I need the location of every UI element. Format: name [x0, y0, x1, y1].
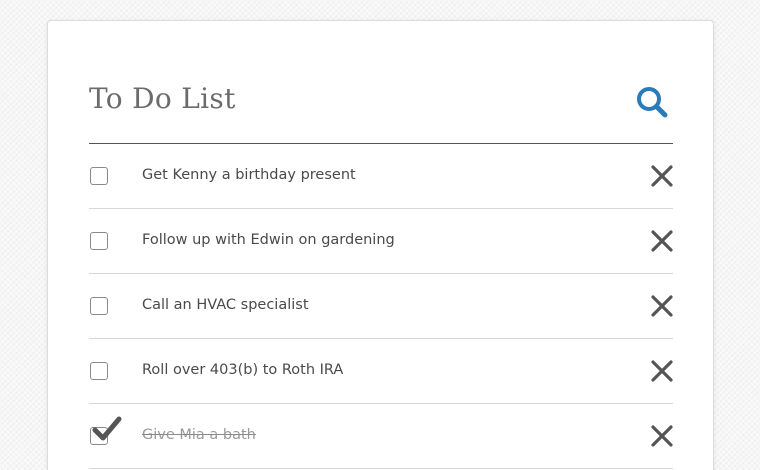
todo-label: Follow up with Edwin on gardening [142, 232, 395, 248]
delete-button[interactable] [651, 360, 673, 382]
close-icon [651, 230, 673, 252]
todo-card: To Do List Get Kenny a birthday present … [47, 20, 714, 470]
todo-label: Call an HVAC specialist [142, 297, 309, 313]
todo-header: To Do List [89, 79, 673, 144]
todo-item: Follow up with Edwin on gardening [89, 209, 673, 274]
search-icon [637, 87, 668, 118]
todo-checkbox[interactable] [90, 297, 108, 315]
todo-label: Give Mia a bath [142, 427, 256, 443]
todo-label: Get Kenny a birthday present [142, 167, 356, 183]
close-icon [651, 295, 673, 317]
todo-label: Roll over 403(b) to Roth IRA [142, 362, 344, 378]
todo-item: Get Kenny a birthday present [89, 144, 673, 209]
todo-item: Call an HVAC specialist [89, 274, 673, 339]
todo-checkbox[interactable] [90, 362, 108, 380]
delete-button[interactable] [651, 165, 673, 187]
todo-checkbox[interactable] [90, 232, 108, 250]
close-icon [651, 165, 673, 187]
todo-item: Roll over 403(b) to Roth IRA [89, 339, 673, 404]
todo-checkbox[interactable] [90, 167, 108, 185]
page-title: To Do List [89, 82, 236, 115]
todo-list: Get Kenny a birthday present Follow up w… [89, 144, 673, 469]
delete-button[interactable] [651, 295, 673, 317]
delete-button[interactable] [651, 230, 673, 252]
delete-button[interactable] [651, 425, 673, 447]
close-icon [651, 425, 673, 447]
search-button[interactable] [635, 85, 669, 119]
todo-item-completed: Give Mia a bath [89, 404, 673, 469]
todo-checkbox-checked[interactable] [90, 427, 108, 445]
close-icon [651, 360, 673, 382]
